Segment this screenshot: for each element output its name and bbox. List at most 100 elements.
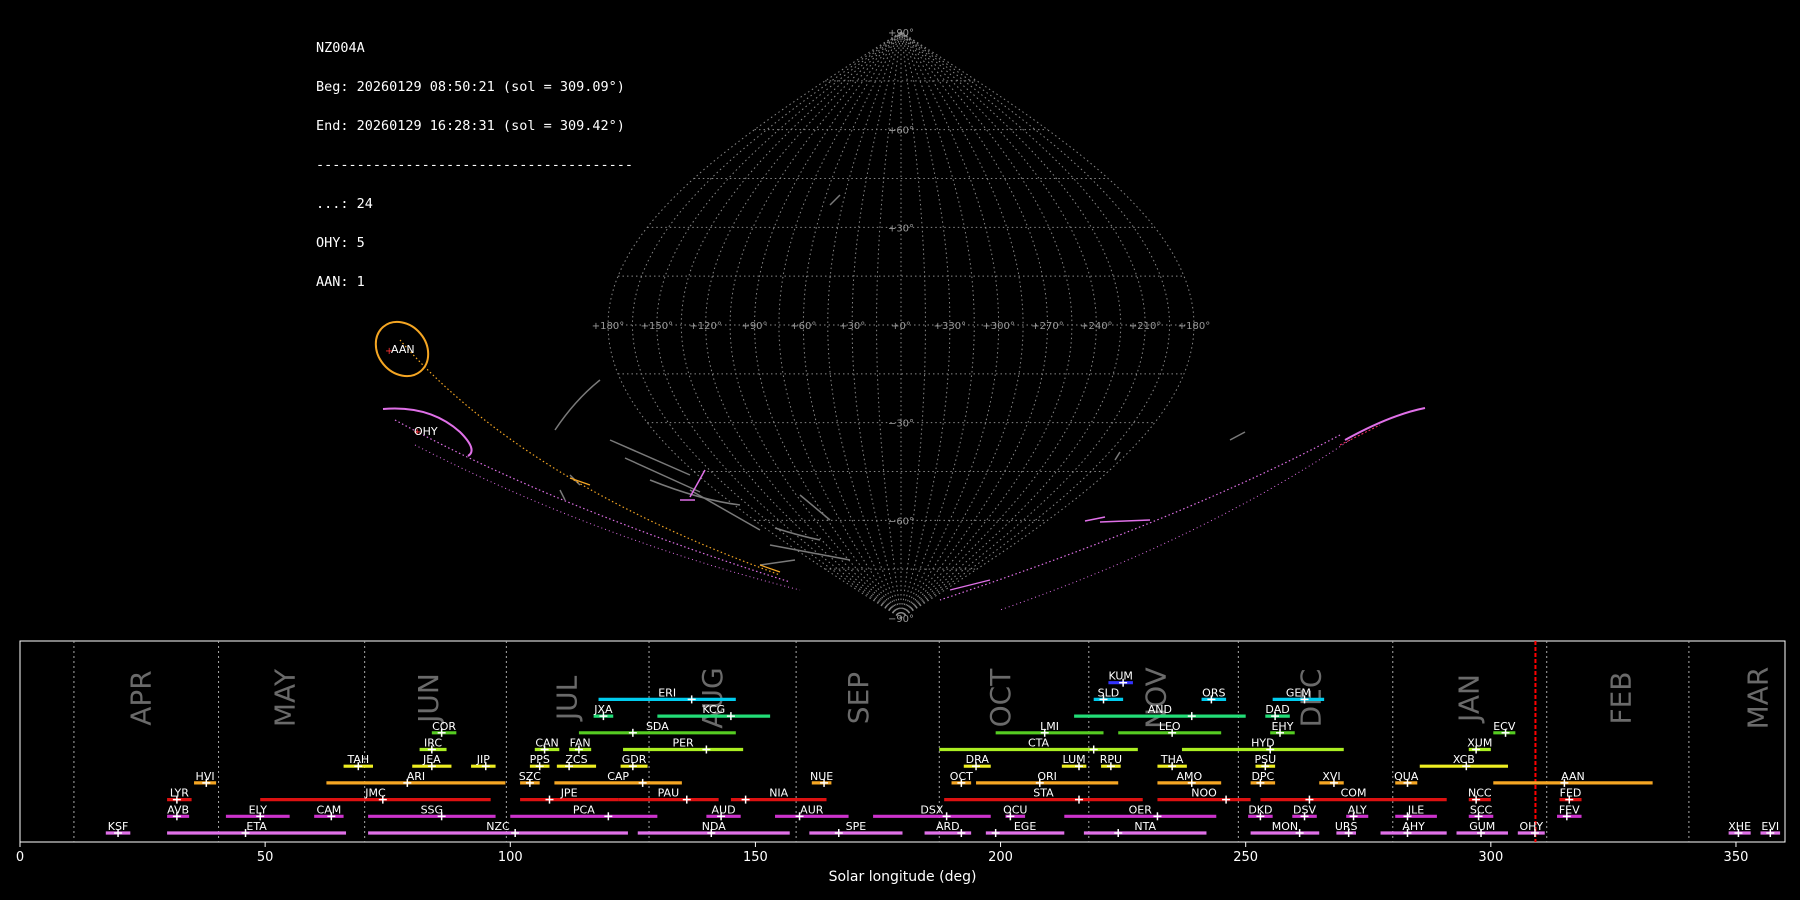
shower-dkd: DKD (1248, 803, 1273, 821)
shower-ors: ORS (1201, 686, 1227, 704)
shower-label: CAN (535, 737, 558, 750)
shower-label: KCG (702, 703, 725, 716)
shower-label: MON (1272, 820, 1298, 833)
parallel-label: −90° (888, 614, 914, 625)
shower-label: HVI (196, 770, 215, 783)
meridian-label: +120° (689, 321, 721, 332)
sporadic-trail (554, 379, 601, 431)
shower-scc: SCC (1468, 803, 1494, 821)
shower-label: URS (1335, 820, 1358, 833)
month-label-feb: FEB (1604, 671, 1637, 724)
meridian-label: +0° (891, 321, 911, 332)
shower-label: OCT (950, 770, 973, 783)
shower-label: FAN (570, 737, 591, 750)
shower-label: COM (1341, 787, 1367, 800)
shower-sld: SLD (1093, 686, 1124, 704)
shower-label: NZC (486, 820, 510, 833)
shower-aud: AUD (706, 803, 741, 821)
shower-ncc: NCC (1468, 787, 1492, 804)
shower-label: AAN (1561, 770, 1585, 783)
shower-aly: ALY (1346, 803, 1369, 821)
x-axis-label: Solar longitude (deg) (829, 869, 977, 885)
shower-label: ARI (407, 770, 425, 783)
shower-hvi: HVI (194, 770, 217, 787)
x-tick-label: 250 (1233, 850, 1258, 865)
shower-rpu: RPU (1100, 753, 1122, 771)
month-label-sep: SEP (842, 672, 875, 724)
meridian-label: +270° (1031, 321, 1063, 332)
shower-label: XUM (1467, 737, 1492, 750)
shower-dad: DAD (1265, 703, 1290, 721)
x-tick-label: 100 (498, 850, 523, 865)
shower-label: ECV (1493, 720, 1516, 733)
shower-label: XCB (1453, 753, 1475, 766)
parallel-label: +30° (888, 223, 914, 234)
shower-label: NDA (702, 820, 727, 833)
meridian-label: +180° (1178, 321, 1210, 332)
sporadic-trail (759, 559, 796, 566)
shower-label: CTA (1028, 737, 1050, 750)
sporadic-trail (799, 494, 831, 521)
shower-label: NIA (769, 787, 788, 800)
meridian-label: +210° (1129, 321, 1161, 332)
shower-label: PPS (530, 753, 550, 766)
shower-urs: URS (1335, 820, 1358, 837)
shower-label: OER (1129, 803, 1153, 816)
shower-label: LMI (1040, 720, 1059, 733)
shower-cor: COR (431, 720, 456, 737)
month-label-may: MAY (268, 668, 301, 727)
sky-map: +180° +150° +120° +90° +60° +30° +0° +330° +300°… (374, 28, 1426, 625)
shower-nue: NUE (810, 770, 833, 787)
shower-label: SDA (646, 720, 669, 733)
shower-label: JLE (1407, 803, 1424, 816)
sporadic-trail (689, 489, 761, 531)
shower-ohy: OHY (1517, 820, 1545, 837)
shower-jxa: JXA (593, 703, 614, 721)
shower-tha: THA (1157, 753, 1187, 771)
parallel-label: +90° (888, 28, 914, 39)
shower-label: ERI (658, 686, 676, 699)
ohy-trail (949, 579, 991, 591)
meteor-trails (394, 194, 1351, 611)
shower-qua: QUA (1394, 770, 1419, 787)
shower-label: SSG (421, 803, 444, 816)
shower-label: NTA (1134, 820, 1156, 833)
shower-label: ALY (1348, 803, 1367, 816)
shower-label: SZC (519, 770, 542, 783)
month-label-jan: JAN (1452, 674, 1485, 724)
sporadic-trail (1229, 431, 1246, 441)
x-tick-label: 0 (16, 850, 24, 865)
shower-label: DSX (920, 803, 943, 816)
sporadic-trail (559, 489, 566, 501)
shower-label: PSU (1254, 753, 1276, 766)
shower-label: NOO (1191, 787, 1217, 800)
shower-label: DRA (966, 753, 990, 766)
shower-label: SPE (846, 820, 867, 833)
ohy-trail (689, 469, 706, 498)
shower-label: JMC (364, 787, 386, 800)
parallel-label: −60° (888, 516, 914, 527)
shower-label: PAU (658, 787, 680, 800)
shower-dpc: DPC (1250, 770, 1276, 787)
month-label-mar: MAR (1742, 667, 1775, 730)
shower-label: LEO (1159, 720, 1181, 733)
sporadic-trail (774, 527, 821, 541)
shower-label: JXA (593, 703, 613, 716)
shower-label: ZCS (565, 753, 587, 766)
shower-dsv: DSV (1292, 803, 1317, 821)
shower-label: PER (672, 737, 694, 750)
shower-label: KUM (1108, 670, 1132, 683)
shower-label: SCC (1470, 803, 1493, 816)
x-tick-label: 50 (257, 850, 274, 865)
shower-can: CAN (534, 737, 560, 754)
shower-label: ORI (1037, 770, 1057, 783)
meridian-label: +180° (592, 321, 624, 332)
month-label-oct: OCT (984, 668, 1017, 728)
shower-fan: FAN (569, 737, 592, 754)
shower-label: NCC (1468, 787, 1492, 800)
shower-label: GEM (1286, 686, 1311, 699)
shower-xum: XUM (1467, 737, 1492, 754)
shower-label: XHE (1728, 820, 1751, 833)
shower-lyr: LYR (167, 787, 192, 804)
meridian-label: +330° (934, 321, 966, 332)
